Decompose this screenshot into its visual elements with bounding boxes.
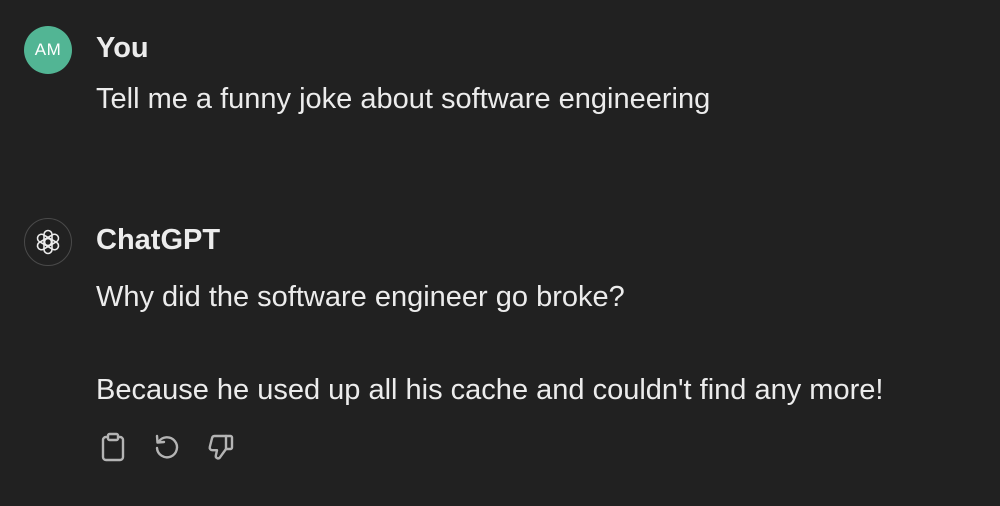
clipboard-icon xyxy=(101,432,125,462)
thumbs-down-icon xyxy=(208,434,234,460)
user-avatar: AM xyxy=(24,26,72,74)
message-actions xyxy=(96,430,238,464)
copy-button[interactable] xyxy=(96,430,130,464)
assistant-paragraph-1: Why did the software engineer go broke? xyxy=(96,281,625,313)
assistant-avatar xyxy=(24,218,72,266)
user-author-name: You xyxy=(96,32,149,64)
regenerate-button[interactable] xyxy=(150,430,184,464)
regenerate-icon xyxy=(155,434,179,459)
openai-logo-icon xyxy=(36,229,60,255)
assistant-paragraph-2: Because he used up all his cache and cou… xyxy=(96,374,884,406)
assistant-author-name: ChatGPT xyxy=(96,224,221,256)
thumbs-down-button[interactable] xyxy=(204,430,238,464)
user-message-text: Tell me a funny joke about software engi… xyxy=(96,83,711,115)
